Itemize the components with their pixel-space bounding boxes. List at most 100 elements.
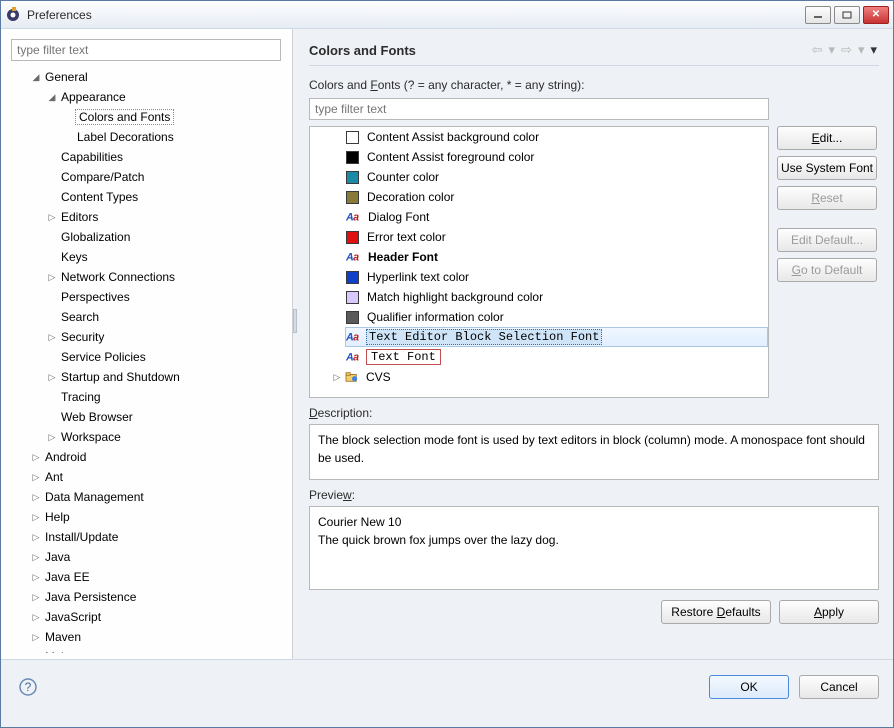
- nav-forward-icon[interactable]: ⇨: [839, 42, 854, 58]
- list-item[interactable]: Content Assist foreground color: [346, 147, 768, 167]
- restore-defaults-button[interactable]: Restore Defaults: [661, 600, 771, 624]
- page-title: Colors and Fonts: [309, 43, 810, 58]
- tree-item[interactable]: ◢Appearance: [11, 87, 261, 107]
- list-item[interactable]: Decoration color: [346, 187, 768, 207]
- tree-item[interactable]: Web Browser: [11, 407, 261, 427]
- tree-item[interactable]: ▷Network Connections: [11, 267, 261, 287]
- tree-item[interactable]: ▷JavaScript: [11, 607, 261, 627]
- tree-item[interactable]: ▷Editors: [11, 207, 261, 227]
- maximize-button[interactable]: [834, 6, 860, 24]
- expand-icon[interactable]: ▷: [29, 532, 43, 543]
- tree-item[interactable]: Perspectives: [11, 287, 261, 307]
- splitter[interactable]: [293, 29, 297, 659]
- tree-item[interactable]: Label Decorations: [11, 127, 261, 147]
- tree-item[interactable]: ▷Mylyn: [11, 647, 261, 653]
- list-item[interactable]: AaHeader Font: [346, 247, 768, 267]
- tree-item[interactable]: Capabilities: [11, 147, 261, 167]
- collapse-icon[interactable]: ◢: [45, 92, 59, 103]
- tree-item[interactable]: Content Types: [11, 187, 261, 207]
- edit-button[interactable]: Edit...: [777, 126, 877, 150]
- svg-text:a: a: [353, 252, 359, 263]
- cancel-button[interactable]: Cancel: [799, 675, 879, 699]
- nav-forward-menu-icon[interactable]: ▾: [856, 42, 867, 58]
- use-system-font-button[interactable]: Use System Font: [777, 156, 877, 180]
- help-icon[interactable]: ?: [15, 674, 41, 700]
- list-item[interactable]: Error text color: [346, 227, 768, 247]
- list-item[interactable]: AaDialog Font: [346, 207, 768, 227]
- tree-item[interactable]: ▷Data Management: [11, 487, 261, 507]
- expand-icon[interactable]: ▷: [45, 372, 59, 383]
- view-menu-icon[interactable]: ▾: [868, 42, 879, 58]
- tree-item[interactable]: Tracing: [11, 387, 261, 407]
- tree-item-label: Editors: [59, 210, 100, 224]
- tree-item-label: Colors and Fonts: [75, 109, 174, 125]
- tree-item[interactable]: ▷Ant: [11, 467, 261, 487]
- preference-page: Colors and Fonts ⇦▾ ⇨▾ ▾ Colors and Font…: [297, 29, 893, 659]
- font-icon: Aa: [346, 251, 362, 264]
- list-item[interactable]: Qualifier information color: [346, 307, 768, 327]
- close-button[interactable]: ✕: [863, 6, 889, 24]
- tree-item[interactable]: ▷Android: [11, 447, 261, 467]
- expand-icon[interactable]: ▷: [29, 592, 43, 603]
- color-swatch: [346, 171, 359, 184]
- list-item[interactable]: AaText Editor Block Selection Font: [345, 327, 768, 347]
- nav-back-icon[interactable]: ⇦: [810, 42, 825, 58]
- tree-item[interactable]: Globalization: [11, 227, 261, 247]
- svg-text:a: a: [353, 332, 359, 343]
- expand-icon[interactable]: ▷: [45, 212, 59, 223]
- tree-item-label: Tracing: [59, 390, 103, 404]
- expand-icon[interactable]: ▷: [29, 632, 43, 643]
- tree-filter-input[interactable]: [11, 39, 281, 61]
- tree-item-label: Startup and Shutdown: [59, 370, 182, 384]
- tree-item[interactable]: ▷Startup and Shutdown: [11, 367, 261, 387]
- expand-icon[interactable]: ▷: [29, 512, 43, 523]
- font-icon: Aa: [346, 331, 362, 344]
- expand-icon[interactable]: ▷: [29, 572, 43, 583]
- expand-icon[interactable]: ▷: [29, 452, 43, 463]
- tree-item[interactable]: ▷Help: [11, 507, 261, 527]
- expand-icon[interactable]: ▷: [45, 432, 59, 443]
- tree-item-label: Android: [43, 450, 88, 464]
- list-filter-input[interactable]: [309, 98, 769, 120]
- tree-item[interactable]: Keys: [11, 247, 261, 267]
- tree-item[interactable]: ▷Security: [11, 327, 261, 347]
- ok-button[interactable]: OK: [709, 675, 789, 699]
- list-item-label: Match highlight background color: [365, 290, 545, 304]
- minimize-button[interactable]: [805, 6, 831, 24]
- list-item[interactable]: Match highlight background color: [346, 287, 768, 307]
- expand-icon[interactable]: ▷: [29, 652, 43, 654]
- color-swatch: [346, 231, 359, 244]
- tree-item[interactable]: Service Policies: [11, 347, 261, 367]
- expand-icon[interactable]: ▷: [29, 472, 43, 483]
- tree-item[interactable]: ▷Workspace: [11, 427, 261, 447]
- tree-item[interactable]: ▷Maven: [11, 627, 261, 647]
- nav-back-menu-icon[interactable]: ▾: [827, 42, 838, 58]
- apply-button[interactable]: Apply: [779, 600, 879, 624]
- expand-icon[interactable]: ▷: [29, 552, 43, 563]
- tree-item[interactable]: ◢General: [11, 67, 261, 87]
- tree-item[interactable]: Colors and Fonts: [11, 107, 261, 127]
- tree-item[interactable]: ▷Java Persistence: [11, 587, 261, 607]
- list-item[interactable]: ▷CVS: [330, 367, 768, 387]
- tree-item[interactable]: ▷Java EE: [11, 567, 261, 587]
- expand-icon[interactable]: ▷: [29, 612, 43, 623]
- list-item[interactable]: Counter color: [346, 167, 768, 187]
- expand-icon[interactable]: ▷: [29, 492, 43, 503]
- expand-icon[interactable]: ▷: [330, 372, 344, 383]
- collapse-icon[interactable]: ◢: [29, 72, 43, 83]
- tree-item[interactable]: ▷Java: [11, 547, 261, 567]
- tree-item-label: Content Types: [59, 190, 140, 204]
- tree-item[interactable]: ▷Install/Update: [11, 527, 261, 547]
- list-item[interactable]: Content Assist background color: [346, 127, 768, 147]
- colors-fonts-list[interactable]: Content Assist background colorContent A…: [309, 126, 769, 398]
- expand-icon[interactable]: ▷: [45, 272, 59, 283]
- list-item-label: Error text color: [365, 230, 448, 244]
- expand-icon[interactable]: ▷: [45, 332, 59, 343]
- tree-item-label: Service Policies: [59, 350, 148, 364]
- list-item[interactable]: Hyperlink text color: [346, 267, 768, 287]
- list-item[interactable]: AaText Font: [346, 347, 768, 367]
- preference-tree[interactable]: ◢General◢Appearance Colors and Fonts Label…: [11, 67, 286, 653]
- tree-item-label: Data Management: [43, 490, 146, 504]
- tree-item[interactable]: Search: [11, 307, 261, 327]
- tree-item[interactable]: Compare/Patch: [11, 167, 261, 187]
